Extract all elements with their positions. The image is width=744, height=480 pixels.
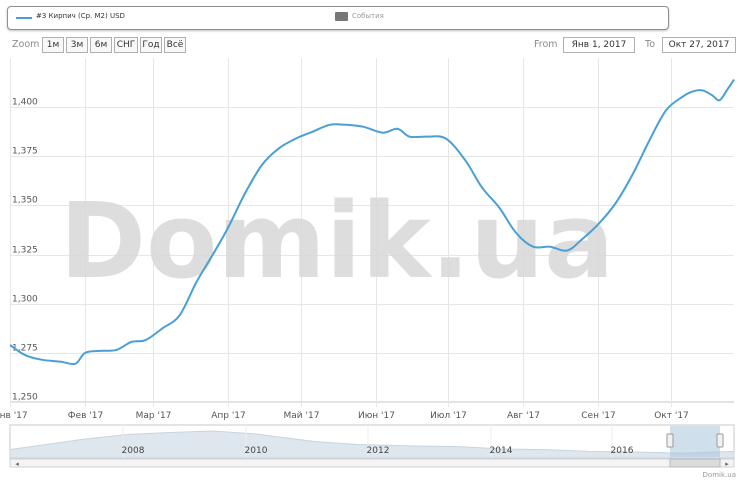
data-point[interactable]: [612, 201, 618, 207]
x-tick-label: Янв '17: [0, 411, 28, 421]
y-tick-label: 1,325: [12, 246, 38, 256]
y-tick-label: 1,400: [12, 98, 38, 108]
data-point[interactable]: [724, 87, 730, 93]
x-tick-label: Фев '17: [68, 411, 103, 421]
data-point[interactable]: [731, 77, 737, 83]
data-point[interactable]: [564, 248, 570, 254]
data-point[interactable]: [513, 230, 519, 236]
legend-box: #3 Кирпич (Ср. М2) USD События: [7, 6, 669, 30]
zoom-label: Zoom: [12, 39, 40, 50]
navigator-year-label: 2008: [122, 446, 145, 456]
data-point[interactable]: [394, 126, 400, 132]
to-label: To: [645, 39, 656, 50]
data-point[interactable]: [97, 348, 103, 354]
data-point[interactable]: [680, 93, 686, 99]
data-point[interactable]: [424, 134, 430, 140]
data-point[interactable]: [177, 313, 183, 319]
navigator-left-handle[interactable]: [666, 433, 674, 448]
data-point[interactable]: [380, 130, 386, 136]
data-point[interactable]: [407, 134, 413, 140]
data-point[interactable]: [242, 191, 248, 197]
data-point[interactable]: [595, 221, 601, 227]
legend-series-name[interactable]: #3 Кирпич (Ср. М2) USD: [36, 12, 125, 20]
navigator-year-label: 2010: [245, 446, 268, 456]
to-date-input[interactable]: Окт 27, 2017: [662, 37, 736, 53]
x-tick-label: Июл '17: [430, 411, 467, 421]
data-point[interactable]: [579, 237, 585, 243]
x-tick-label: Мар '17: [136, 411, 172, 421]
zoom-1m-button[interactable]: 1м: [42, 37, 64, 53]
data-point[interactable]: [7, 342, 13, 348]
data-point[interactable]: [479, 185, 485, 191]
navigator-selected-range[interactable]: [670, 426, 720, 457]
credit-text[interactable]: Domik.ua: [703, 471, 736, 479]
data-point[interactable]: [22, 352, 28, 358]
navigator-scrollbar[interactable]: [9, 458, 735, 468]
data-point[interactable]: [700, 87, 706, 93]
y-tick-label: 1,250: [12, 393, 38, 403]
legend-events-label[interactable]: События: [352, 12, 384, 20]
data-point[interactable]: [128, 339, 134, 345]
data-point[interactable]: [462, 157, 468, 163]
data-point[interactable]: [58, 359, 64, 365]
from-date-input[interactable]: Янв 1, 2017: [563, 37, 635, 53]
y-tick-label: 1,300: [12, 295, 38, 305]
data-point[interactable]: [193, 279, 199, 285]
data-point[interactable]: [114, 347, 120, 353]
data-point[interactable]: [160, 325, 166, 331]
x-tick-label: Авг '17: [507, 411, 540, 421]
x-tick-label: Апр '17: [211, 411, 246, 421]
events-swatch[interactable]: [335, 12, 348, 21]
zoom-6m-button[interactable]: 6м: [90, 37, 112, 53]
data-point[interactable]: [225, 225, 231, 231]
data-point[interactable]: [259, 162, 265, 168]
price-chart[interactable]: Янв '17 Фев '17 Мар '17 Апр '17 Май '17 Июн '…: [0, 0, 744, 480]
data-point[interactable]: [443, 136, 449, 142]
data-point[interactable]: [709, 92, 715, 98]
navigator-year-label: 2016: [611, 446, 634, 456]
zoom-3m-button[interactable]: 3м: [66, 37, 88, 53]
data-point[interactable]: [210, 251, 216, 257]
y-tick-label: 1,350: [12, 196, 38, 206]
data-point[interactable]: [547, 244, 553, 250]
data-point[interactable]: [646, 138, 652, 144]
from-label: From: [534, 39, 558, 50]
navigator-year-label: 2012: [367, 446, 390, 456]
x-tick-label: Окт '17: [654, 411, 689, 421]
series-swatch[interactable]: [16, 17, 32, 19]
x-tick-label: Июн '17: [358, 411, 395, 421]
data-point[interactable]: [327, 122, 333, 128]
watermark-text: Domik.ua: [60, 180, 615, 302]
data-point[interactable]: [690, 88, 696, 94]
y-tick-label: 1,375: [12, 147, 38, 157]
data-point[interactable]: [496, 204, 502, 210]
zoom-all-button[interactable]: Всё: [164, 37, 186, 53]
scroll-right-arrow-icon[interactable]: ▸: [725, 460, 729, 468]
navigator-year-label: 2014: [490, 446, 513, 456]
x-tick-label: Сен '17: [581, 411, 616, 421]
data-point[interactable]: [530, 244, 536, 250]
zoom-1y-button[interactable]: Год: [140, 37, 162, 53]
zoom-ytd-button[interactable]: СНГ: [114, 37, 138, 53]
x-tick-label: Май '17: [284, 411, 320, 421]
data-point[interactable]: [293, 136, 299, 142]
scrollbar-thumb[interactable]: [669, 458, 721, 468]
data-point[interactable]: [82, 350, 88, 356]
data-point[interactable]: [361, 124, 367, 130]
data-point[interactable]: [276, 145, 282, 151]
navigator-right-handle[interactable]: [716, 433, 724, 448]
data-point[interactable]: [344, 122, 350, 128]
data-point[interactable]: [310, 129, 316, 135]
data-point[interactable]: [629, 172, 635, 178]
data-point[interactable]: [72, 361, 78, 367]
chart-frame: Янв '17 Фев '17 Мар '17 Апр '17 Май '17 Июн '…: [0, 0, 744, 480]
data-point[interactable]: [663, 107, 669, 113]
data-point[interactable]: [143, 337, 149, 343]
scroll-left-arrow-icon[interactable]: ◂: [15, 460, 19, 468]
data-point[interactable]: [717, 97, 723, 103]
data-point[interactable]: [39, 357, 45, 363]
